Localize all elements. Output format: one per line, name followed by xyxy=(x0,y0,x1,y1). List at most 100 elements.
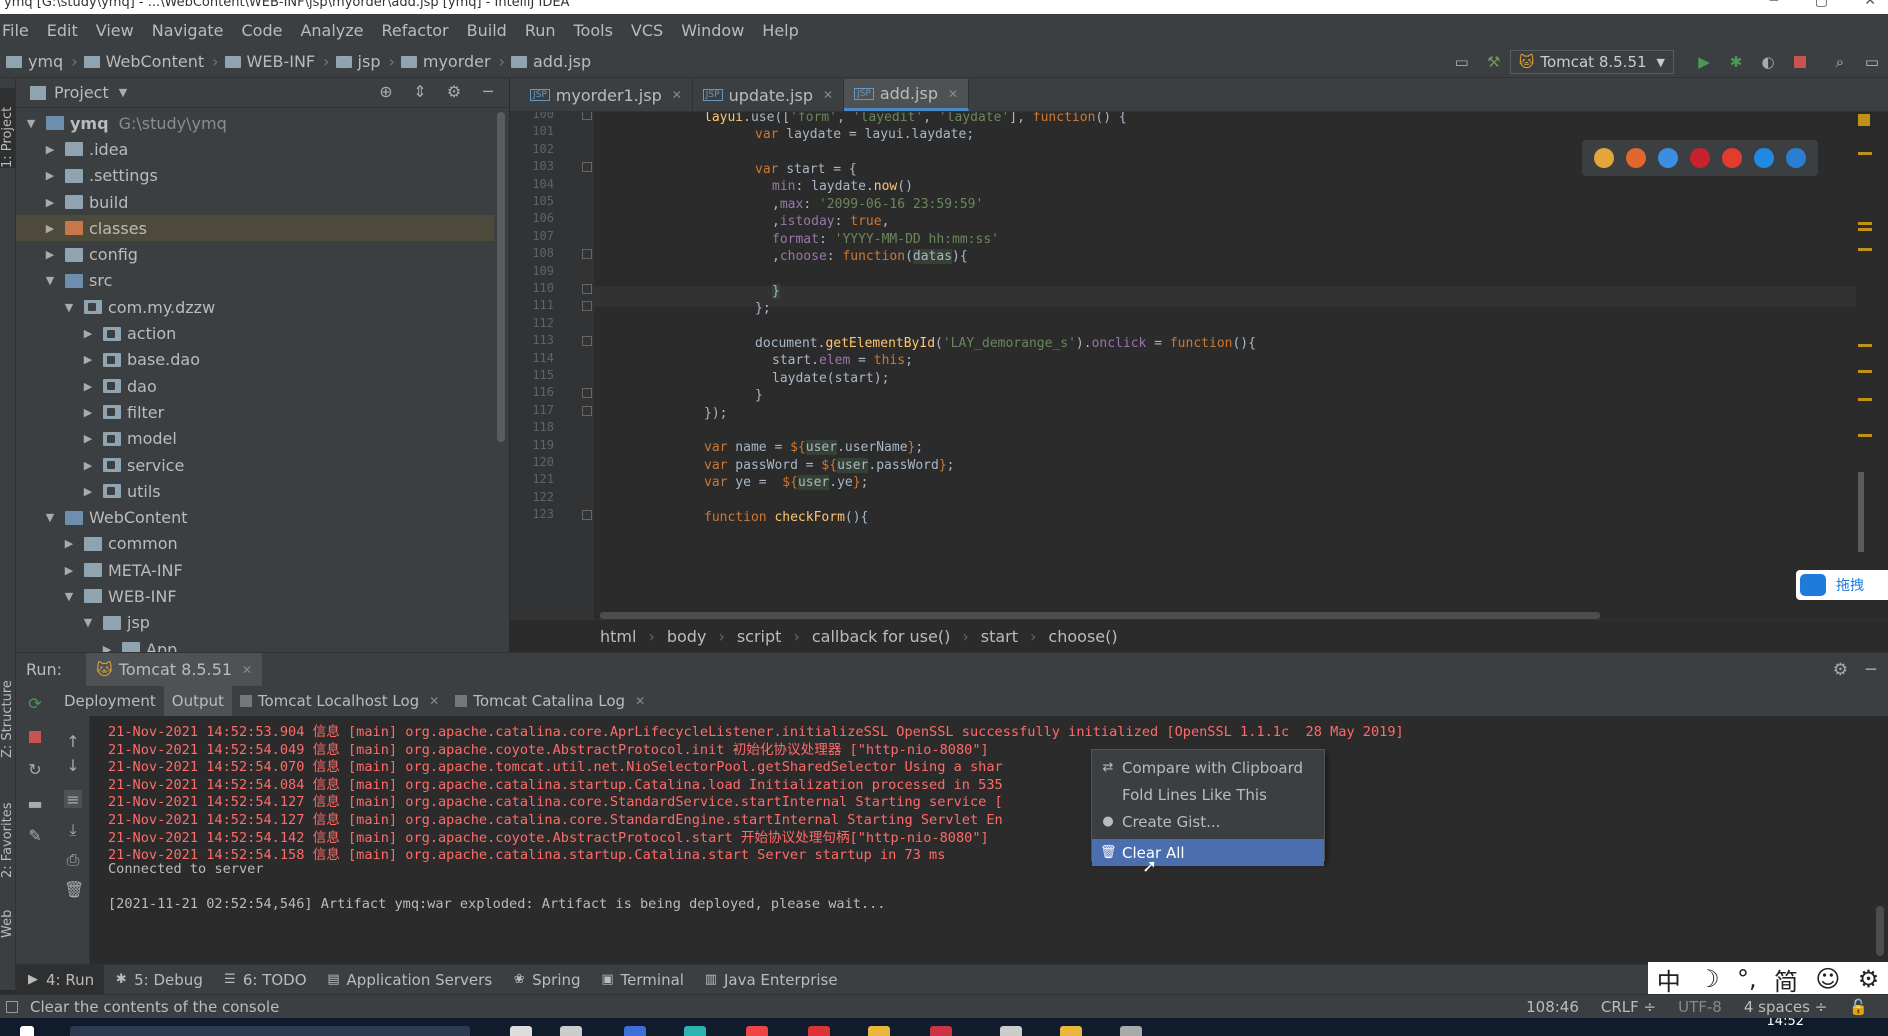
gear-icon[interactable]: ⚙ xyxy=(443,82,465,104)
tree-item-utils[interactable]: ▶ utils xyxy=(16,478,494,504)
breadcrumb-item[interactable]: body xyxy=(667,627,707,646)
web-tool-tab[interactable]: Web xyxy=(0,898,16,938)
caret-position[interactable]: 108:46 xyxy=(1526,998,1579,1016)
ime-button[interactable]: ☽ xyxy=(1698,965,1720,993)
close-window-button[interactable]: ✕ xyxy=(1864,0,1876,8)
hide-icon[interactable]: ─ xyxy=(477,82,499,104)
breadcrumb-item[interactable]: script xyxy=(737,627,782,646)
taskbar-app-icon[interactable] xyxy=(510,1026,532,1036)
fold-marker-icon[interactable] xyxy=(582,336,592,347)
tree-item-com-my-dzzw[interactable]: ▼ com.my.dzzw xyxy=(16,294,494,320)
chevron-right-icon[interactable]: ▶ xyxy=(81,459,95,472)
indent-setting[interactable]: 4 spaces ÷ xyxy=(1744,998,1827,1016)
breadcrumb-item[interactable]: callback for use() xyxy=(812,627,951,646)
tree-item-src[interactable]: ▼ src xyxy=(16,268,494,294)
taskbar-app-icon[interactable] xyxy=(1120,1026,1142,1036)
tree-item-jsp[interactable]: ▼ jsp xyxy=(16,610,494,636)
ime-button[interactable]: °, xyxy=(1737,965,1757,993)
ime-button[interactable]: ☺ xyxy=(1815,965,1840,993)
status-toggle-icon[interactable] xyxy=(6,1000,18,1013)
taskbar-app-icon[interactable] xyxy=(868,1026,890,1036)
menu-vcs[interactable]: VCS xyxy=(622,21,672,40)
update-app-icon[interactable]: ↻ xyxy=(26,760,44,779)
close-icon[interactable]: ✕ xyxy=(635,694,645,708)
line-separator[interactable]: CRLF ÷ xyxy=(1601,998,1656,1016)
menu-analyze[interactable]: Analyze xyxy=(291,21,372,40)
fold-marker-icon[interactable] xyxy=(582,112,592,120)
breadcrumb-item[interactable]: choose() xyxy=(1048,627,1117,646)
chevron-right-icon[interactable]: ▶ xyxy=(62,537,76,550)
taskbar-app-icon[interactable] xyxy=(1060,1026,1082,1036)
menu-view[interactable]: View xyxy=(87,21,143,40)
tree-item-action[interactable]: ▶ action xyxy=(16,320,494,346)
tree-item-common[interactable]: ▶ common xyxy=(16,531,494,557)
tool-window-5-debug[interactable]: ✱ 5: Debug xyxy=(104,965,213,995)
drag-float-button[interactable]: 拖拽 xyxy=(1796,570,1888,600)
console-output[interactable]: 21-Nov-2021 14:52:53.904 信息 [main] org.a… xyxy=(90,716,1888,964)
down-arrow-icon[interactable]: ↓ xyxy=(64,756,82,775)
tree-item-webcontent[interactable]: ▼ WebContent xyxy=(16,504,494,530)
fold-marker-icon[interactable] xyxy=(582,405,592,416)
tree-item-meta-inf[interactable]: ▶ META-INF xyxy=(16,557,494,583)
windows-start-icon[interactable] xyxy=(20,1026,34,1036)
run-config-tab[interactable]: 🐱 Tomcat 8.5.51 ✕ xyxy=(86,652,263,687)
chevron-right-icon[interactable]: ▶ xyxy=(81,406,95,419)
coverage-icon[interactable]: ◐ xyxy=(1758,52,1778,72)
context-item-fold-lines-like-this[interactable]: Fold Lines Like This xyxy=(1092,781,1324,808)
taskbar-app-icon[interactable] xyxy=(560,1026,582,1036)
context-item-create-gist[interactable]: ● Create Gist... xyxy=(1092,808,1324,835)
taskbar-app-icon[interactable] xyxy=(930,1026,952,1036)
menu-tools[interactable]: Tools xyxy=(565,21,622,40)
debug-icon[interactable]: ✱ xyxy=(1726,52,1746,72)
tree-item-classes[interactable]: ▶ classes xyxy=(16,215,494,242)
editor-tab-update-jsp[interactable]: JSP update.jsp ✕ xyxy=(693,79,845,111)
stop-icon[interactable] xyxy=(1790,52,1810,72)
taskbar-app-icon[interactable] xyxy=(808,1026,830,1036)
chevron-down-icon[interactable]: ▼ xyxy=(119,86,127,99)
chevron-right-icon[interactable]: ▶ xyxy=(81,432,95,445)
tree-item-config[interactable]: ▶ config xyxy=(16,241,494,267)
close-icon[interactable]: ✕ xyxy=(823,88,833,102)
tool-window-6-todo[interactable]: ☰ 6: TODO xyxy=(213,965,317,995)
minimize-button[interactable]: ─ xyxy=(1770,0,1778,8)
fold-marker-icon[interactable] xyxy=(582,388,592,399)
gear-icon[interactable]: ⚙ xyxy=(1833,660,1848,680)
taskbar-app-icon[interactable] xyxy=(746,1026,768,1036)
chevron-right-icon[interactable]: ▶ xyxy=(43,169,57,182)
tree-item--settings[interactable]: ▶ .settings xyxy=(16,163,494,189)
project-structure-icon[interactable]: ▭ xyxy=(1452,52,1472,72)
breadcrumb-item[interactable]: start xyxy=(981,627,1018,646)
locate-icon[interactable]: ⊕ xyxy=(375,82,397,104)
layout-icon[interactable]: ▬ xyxy=(26,794,44,813)
context-item-compare-with-clipboard[interactable]: ⇄ Compare with Clipboard xyxy=(1092,754,1324,781)
editor-tab-myorder1-jsp[interactable]: JSP myorder1.jsp ✕ xyxy=(520,79,693,111)
chrome-icon[interactable] xyxy=(1594,148,1614,168)
fold-marker-icon[interactable] xyxy=(582,162,592,173)
close-icon[interactable]: ✕ xyxy=(948,87,958,101)
up-arrow-icon[interactable]: ↑ xyxy=(64,732,82,751)
tool-window-4-run[interactable]: ▶ 4: Run xyxy=(16,964,105,995)
tree-item-filter[interactable]: ▶ filter xyxy=(16,399,494,425)
run-tab-tomcat-localhost-log[interactable]: Tomcat Localhost Log ✕ xyxy=(232,686,447,716)
chevron-down-icon[interactable]: ▼ xyxy=(62,590,76,603)
soft-wrap-icon[interactable]: ≡ xyxy=(64,790,82,809)
run-tab-deployment[interactable]: Deployment xyxy=(56,686,164,716)
safari-icon[interactable] xyxy=(1658,148,1678,168)
editor-horizontal-scrollbar[interactable] xyxy=(600,612,1600,619)
chevron-down-icon[interactable]: ▼ xyxy=(24,117,38,130)
context-item-clear-all[interactable]: 🗑 Clear All xyxy=(1092,839,1324,866)
pin-icon[interactable]: ✎ xyxy=(26,826,44,845)
maximize-button[interactable]: ▢ xyxy=(1815,0,1828,8)
menu-navigate[interactable]: Navigate xyxy=(143,21,233,40)
menu-help[interactable]: Help xyxy=(753,21,807,40)
tree-item-app[interactable]: ▶ App xyxy=(16,636,494,652)
tree-item-base-dao[interactable]: ▶ base.dao xyxy=(16,347,494,373)
chevron-right-icon[interactable]: ▶ xyxy=(43,196,57,209)
nav-crumb[interactable]: add.jsp xyxy=(505,52,591,71)
menu-refactor[interactable]: Refactor xyxy=(373,21,458,40)
tool-window-spring[interactable]: ❀ Spring xyxy=(502,965,590,995)
nav-crumb[interactable]: WEB-INF › xyxy=(219,52,330,71)
structure-tool-tab[interactable]: Z: Structure xyxy=(0,658,16,758)
ie-icon[interactable] xyxy=(1754,148,1774,168)
collapse-all-icon[interactable]: ⇕ xyxy=(409,82,431,104)
